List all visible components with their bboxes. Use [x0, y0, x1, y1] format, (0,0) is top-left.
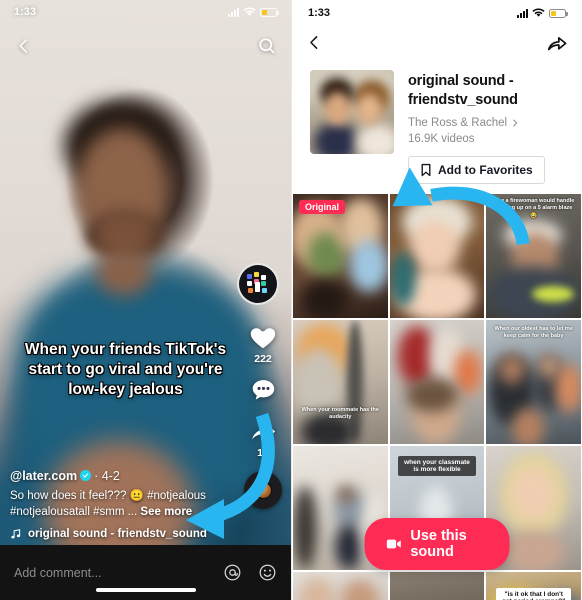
- grid-cell[interactable]: [293, 571, 388, 600]
- home-indicator: [95, 588, 196, 592]
- wifi-icon: [243, 7, 256, 16]
- sound-name-text: original sound - friendstv_sound: [28, 528, 207, 540]
- grid-cell[interactable]: When our oldest has to let me keep calm …: [486, 319, 581, 444]
- cellular-bars-icon: [228, 7, 239, 17]
- add-to-favorites-label: Add to Favorites: [438, 162, 533, 177]
- see-more-link[interactable]: See more: [140, 506, 192, 518]
- share-arrow-icon: [547, 36, 567, 50]
- original-badge: Original: [299, 199, 346, 214]
- heart-icon: [250, 328, 276, 349]
- grid-cell-caption: when your classmate is more flexible: [397, 455, 477, 476]
- sound-title: original sound - friendstv_sound: [408, 73, 518, 108]
- grid-cell[interactable]: how a firewoman would handle walking up …: [486, 193, 581, 318]
- engagement-rail: 222 12: [244, 322, 282, 509]
- comment-bubble-icon: [252, 380, 274, 400]
- share-count: 12: [257, 447, 269, 459]
- video-camera-icon: [386, 539, 401, 549]
- author-row[interactable]: @later.com · 4-2: [10, 469, 241, 483]
- verified-badge-icon: [80, 470, 92, 482]
- grid-cell[interactable]: [389, 193, 485, 318]
- video-top-nav: [0, 26, 291, 66]
- emoji-smiley-icon[interactable]: [258, 563, 277, 582]
- like-count: 222: [254, 353, 272, 365]
- author-username: @later.com: [10, 468, 78, 483]
- grid-cell[interactable]: [389, 571, 485, 600]
- use-this-sound-label: Use this sound: [410, 528, 467, 560]
- chevron-right-icon: [513, 119, 518, 127]
- grid-cell-caption: how a firewoman would handle walking up …: [493, 197, 575, 219]
- share-button[interactable]: 12: [249, 417, 278, 459]
- status-time: 1:33: [14, 6, 37, 18]
- use-this-sound-button[interactable]: Use this sound: [364, 518, 510, 570]
- grid-cell[interactable]: When your roommate has the audacity: [293, 319, 388, 444]
- sound-name-link[interactable]: original sound - friendstv_sound: [10, 528, 241, 540]
- avatar[interactable]: [237, 263, 279, 305]
- bookmark-icon: [421, 163, 431, 176]
- grid-cell[interactable]: Original: [293, 193, 388, 318]
- back-button[interactable]: [10, 32, 38, 60]
- grid-cell-caption: When our oldest has to let me keep calm …: [494, 325, 573, 340]
- back-button[interactable]: [306, 34, 323, 56]
- caption-line-1: So how does it feel??? 😐 #notjealous: [10, 489, 206, 502]
- chevron-left-icon: [19, 39, 28, 53]
- search-button[interactable]: [253, 32, 281, 60]
- post-date: · 4-2: [94, 468, 120, 483]
- grid-cell-caption: When your roommate has the audacity: [301, 406, 379, 421]
- at-mention-icon[interactable]: [223, 563, 242, 582]
- video-overlay-caption: When your friends TikTok's start to go v…: [24, 341, 227, 398]
- sound-video-count: 16.9K videos: [408, 132, 475, 145]
- comparison-screenshot: 1:33 When your friends TikTok's start to…: [0, 0, 582, 600]
- sound-artist[interactable]: The Ross & Rachel: [408, 117, 566, 129]
- sound-page-nav: [292, 26, 582, 64]
- cellular-bars-icon: [517, 8, 528, 18]
- share-button[interactable]: [546, 32, 568, 59]
- video-caption-block: @later.com · 4-2 So how does it feel??? …: [10, 469, 241, 540]
- sound-artist-name: The Ross & Rachel: [408, 116, 508, 129]
- music-note-icon: [11, 529, 21, 539]
- status-time: 1:33: [308, 7, 331, 19]
- grid-cell[interactable]: [389, 319, 485, 444]
- comment-button[interactable]: [249, 376, 278, 406]
- comment-input[interactable]: Add comment...: [14, 566, 223, 580]
- caption-text: So how does it feel??? 😐 #notjealous #no…: [10, 488, 241, 521]
- grid-cell[interactable]: "is it ok that I don't get period cramps…: [486, 571, 581, 600]
- search-icon: [259, 38, 275, 54]
- tiktok-video-screen: 1:33 When your friends TikTok's start to…: [0, 0, 291, 600]
- caption-line-2: #notjealousatall #smm ...: [10, 506, 138, 519]
- like-button[interactable]: 222: [248, 322, 278, 365]
- grid-cell-caption: "is it ok that I don't get period cramps…: [496, 587, 571, 600]
- status-bar: 1:33: [0, 0, 291, 24]
- chevron-left-icon: [310, 36, 318, 49]
- status-bar: 1:33: [292, 0, 582, 26]
- music-disc-icon[interactable]: [244, 471, 282, 509]
- sound-cover-thumbnail[interactable]: [310, 70, 394, 154]
- wifi-icon: [532, 8, 545, 17]
- sound-header: original sound - friendstv_sound The Ros…: [292, 64, 582, 194]
- battery-low-icon: [549, 8, 568, 18]
- later-logo-avatar: [246, 272, 270, 296]
- add-to-favorites-button[interactable]: Add to Favorites: [408, 155, 545, 184]
- tiktok-sound-page: 1:33 original sound - friendstv_sound Th…: [291, 0, 582, 600]
- share-arrow-icon: [251, 423, 275, 440]
- battery-low-icon: [260, 7, 279, 17]
